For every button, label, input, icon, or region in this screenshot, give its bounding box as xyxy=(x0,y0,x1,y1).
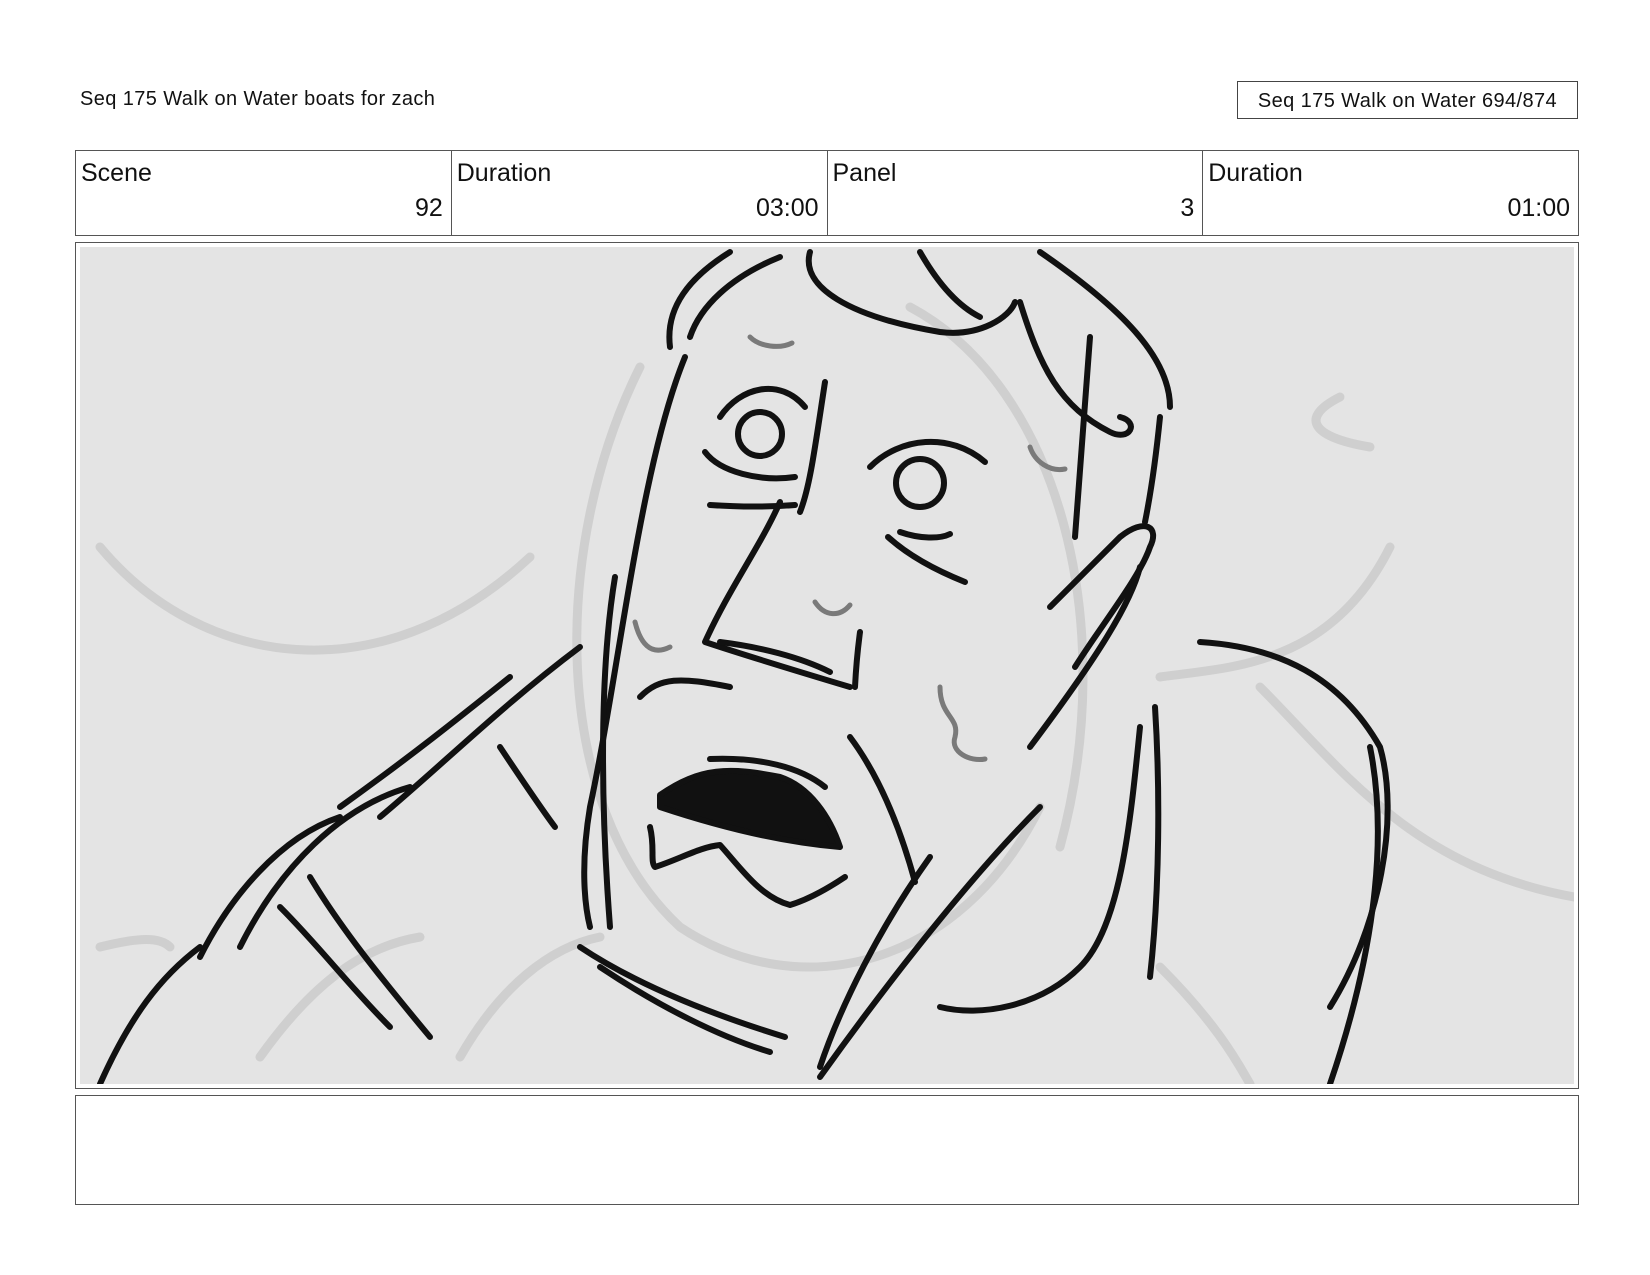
panel-value: 3 xyxy=(1180,194,1195,222)
panel-info-table: Scene 92 Duration 03:00 Panel 3 Duration… xyxy=(75,150,1579,236)
scene-value: 92 xyxy=(414,194,443,222)
storyboard-panel-frame xyxy=(75,242,1579,1089)
page-counter: Seq 175 Walk on Water 694/874 xyxy=(1237,81,1578,119)
sketch-drawing xyxy=(95,249,1574,1084)
shading-strokes xyxy=(632,334,1068,763)
panel-duration-cell: Duration 01:00 xyxy=(1203,151,1578,235)
panel-duration-label: Duration xyxy=(1208,159,1303,187)
panel-notes-text xyxy=(76,1096,1578,1116)
scene-cell: Scene 92 xyxy=(76,151,452,235)
sequence-title: Seq 175 Walk on Water boats for zach xyxy=(80,88,436,110)
panel-cell: Panel 3 xyxy=(828,151,1204,235)
panel-notes-box[interactable] xyxy=(75,1095,1579,1205)
panel-label: Panel xyxy=(832,159,897,187)
panel-duration-value: 01:00 xyxy=(1507,194,1570,222)
storyboard-sketch xyxy=(80,247,1574,1084)
scene-duration-label: Duration xyxy=(456,159,552,187)
scene-duration-cell: Duration 03:00 xyxy=(452,151,828,235)
scene-label: Scene xyxy=(81,159,152,187)
scene-duration-value: 03:00 xyxy=(755,194,819,222)
